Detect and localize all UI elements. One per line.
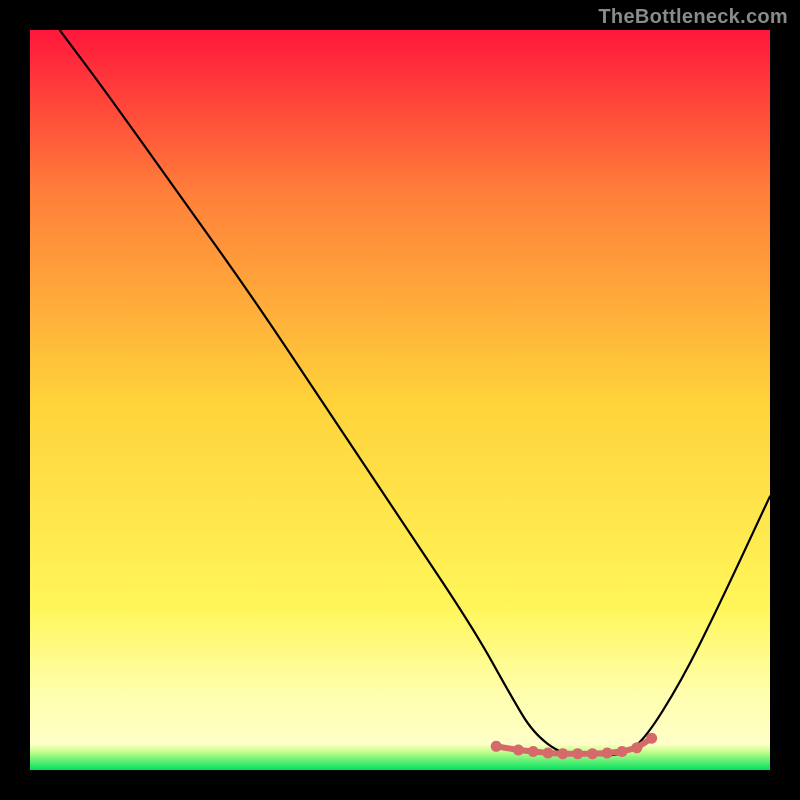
marker-dot [587, 748, 598, 759]
marker-dot [543, 748, 554, 759]
marker-dot [631, 742, 642, 753]
marker-dot [528, 746, 539, 757]
marker-dot [602, 748, 613, 759]
marker-dot [646, 733, 657, 744]
plot-area [30, 30, 770, 770]
watermark-label: TheBottleneck.com [598, 6, 788, 29]
marker-dot [557, 748, 568, 759]
chart-svg [30, 30, 770, 770]
marker-dot [572, 748, 583, 759]
marker-dot [513, 745, 524, 756]
marker-dot [491, 741, 502, 752]
marker-dot [617, 746, 628, 757]
chart-frame: TheBottleneck.com [0, 0, 800, 800]
